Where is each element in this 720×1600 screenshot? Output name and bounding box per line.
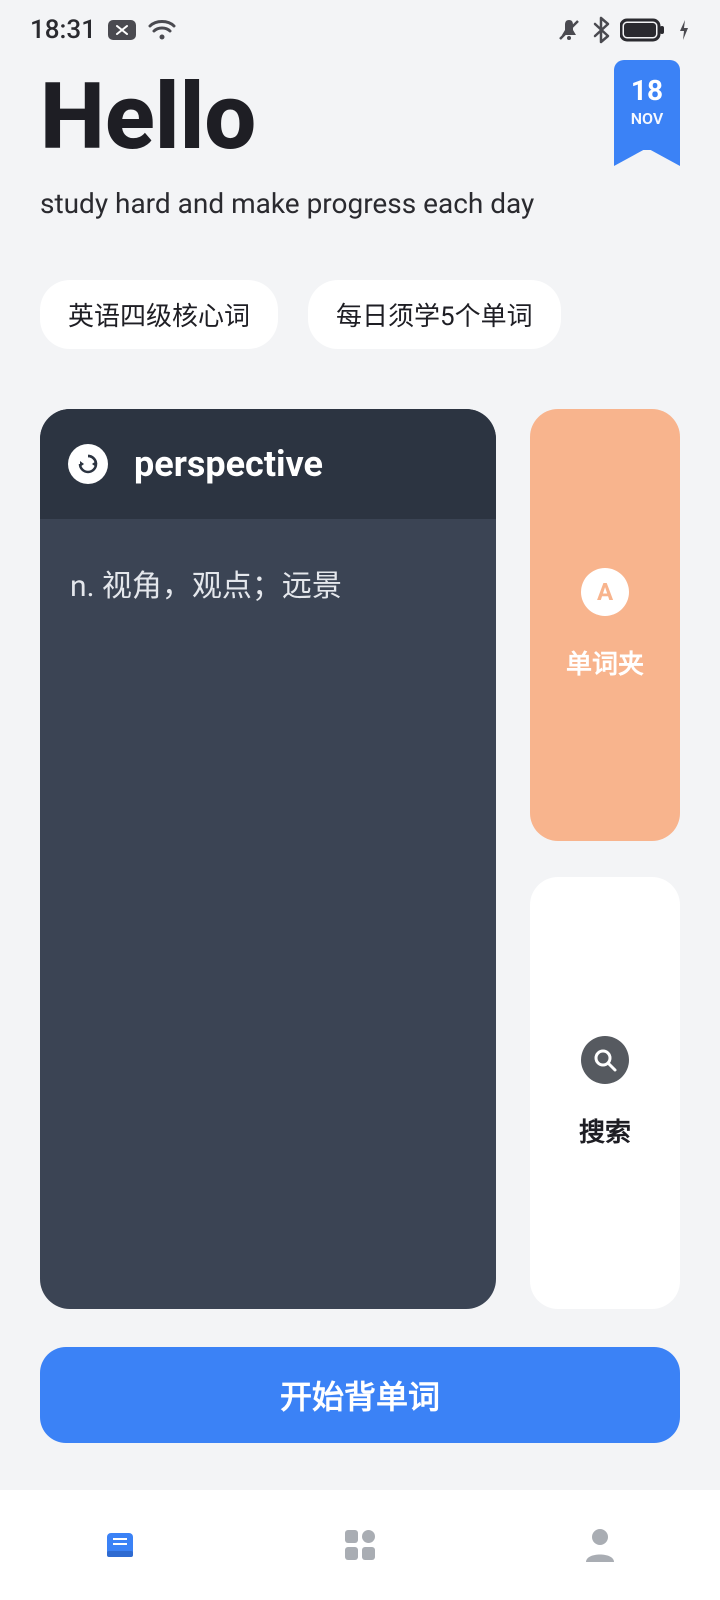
chips-row: 英语四级核心词 每日须学5个单词 <box>0 220 720 349</box>
status-right <box>556 16 690 44</box>
favorites-icon: A <box>581 568 629 616</box>
bottom-nav <box>0 1490 720 1600</box>
greeting-title: Hello <box>40 70 680 167</box>
refresh-icon[interactable] <box>68 444 108 484</box>
bluetooth-icon <box>592 16 610 44</box>
grid-icon <box>341 1526 379 1564</box>
charging-icon <box>678 18 690 42</box>
mute-icon <box>556 17 582 43</box>
start-study-button[interactable]: 开始背单词 <box>40 1347 680 1443</box>
search-card[interactable]: 搜索 <box>530 877 680 1309</box>
nav-apps[interactable] <box>320 1515 400 1575</box>
favorites-label: 单词夹 <box>566 644 644 681</box>
side-column: A 单词夹 搜索 <box>530 409 680 1309</box>
nav-home[interactable] <box>80 1515 160 1575</box>
word-card-header: perspective <box>40 409 496 519</box>
chip-wordbook[interactable]: 英语四级核心词 <box>40 280 278 349</box>
date-day: 18 <box>614 74 680 107</box>
nav-profile[interactable] <box>560 1515 640 1575</box>
status-left: 18:31 <box>30 15 176 45</box>
search-icon <box>581 1036 629 1084</box>
date-ribbon[interactable]: 18 NOV <box>614 60 680 150</box>
word-title: perspective <box>134 443 323 485</box>
word-definition: n. 视角，观点；远景 <box>40 519 496 647</box>
search-label: 搜索 <box>579 1112 631 1149</box>
notification-badge-icon <box>108 20 136 40</box>
person-icon <box>582 1526 618 1564</box>
book-icon <box>100 1525 140 1565</box>
start-study-label: 开始背单词 <box>280 1372 440 1418</box>
status-bar: 18:31 <box>0 0 720 60</box>
battery-icon <box>620 18 668 42</box>
date-month: NOV <box>614 109 680 128</box>
header: Hello study hard and make progress each … <box>0 60 720 220</box>
wifi-icon <box>148 19 176 41</box>
word-card[interactable]: perspective n. 视角，观点；远景 <box>40 409 496 1309</box>
status-time: 18:31 <box>30 15 96 45</box>
main-grid: perspective n. 视角，观点；远景 A 单词夹 搜索 <box>0 349 720 1309</box>
favorites-card[interactable]: A 单词夹 <box>530 409 680 841</box>
greeting-subtitle: study hard and make progress each day <box>40 187 680 220</box>
chip-daily-goal[interactable]: 每日须学5个单词 <box>308 280 561 349</box>
